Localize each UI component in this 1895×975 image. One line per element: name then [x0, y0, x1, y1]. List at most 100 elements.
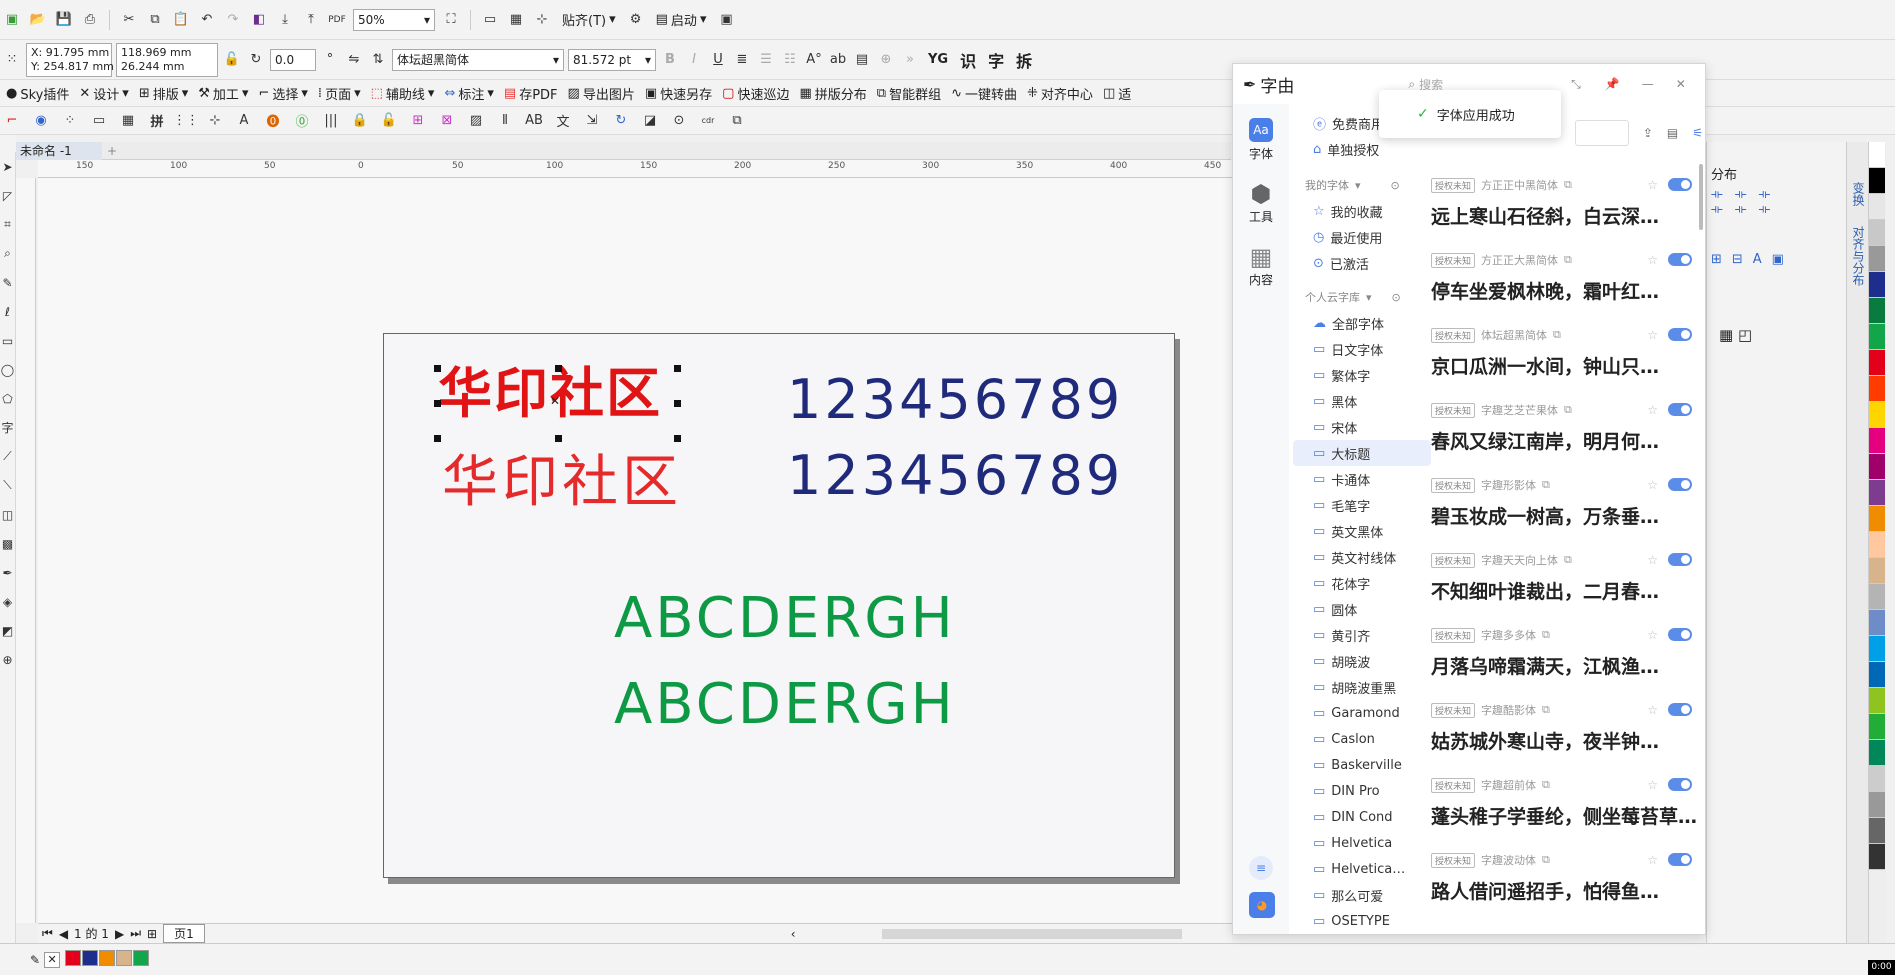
grid-dots-icon[interactable]: ⁘	[60, 111, 80, 131]
color-swatch[interactable]	[116, 950, 133, 966]
cloud-category-item[interactable]: ▭ 繁体字	[1293, 362, 1431, 388]
cut-icon[interactable]: ✂	[119, 10, 139, 30]
plugin-imposition[interactable]: ▦ 拼版分布	[795, 84, 870, 103]
scroll-left-icon[interactable]: ‹	[791, 927, 796, 941]
barcode-icon[interactable]: ⋮⋮	[173, 111, 199, 131]
cloud-category-item[interactable]: ▭ Baskerville	[1293, 752, 1431, 778]
copy-icon[interactable]: ⧉	[1553, 328, 1561, 342]
plugin-guides[interactable]: ⬚ 辅助线 ▾	[367, 84, 439, 103]
palette-swatch[interactable]	[1869, 246, 1885, 272]
font-size-select[interactable]: 81.572 pt ▾	[568, 48, 656, 71]
add-tool-icon[interactable]: ⊕	[0, 645, 15, 674]
document-tab[interactable]: 未命名 -1	[16, 142, 102, 160]
underline-button[interactable]: U	[708, 50, 728, 70]
cloud-category-item[interactable]: ▭ 大标题	[1293, 440, 1431, 466]
my-fonts-header[interactable]: 我的字体 ▾ ⊙	[1293, 172, 1431, 198]
palette-swatch[interactable]	[1869, 662, 1885, 688]
cross-frame-icon[interactable]: ⊠	[437, 111, 457, 131]
position-fields[interactable]: X: 91.795 mm Y: 254.817 mm	[26, 42, 114, 77]
font-row[interactable]: 授权未知 字趣天天向上体 ⧉ ☆ 不知细叶谁裁出，二月春…	[1431, 549, 1696, 624]
paste-icon[interactable]: 📋	[171, 10, 191, 30]
color-swatch[interactable]	[65, 950, 82, 966]
artistic-media-icon[interactable]: ℓ	[0, 297, 15, 326]
settings-icon[interactable]: ⊙	[1391, 179, 1400, 192]
cloud-category-item[interactable]: ▭ Caslon	[1293, 726, 1431, 752]
cloud-category-item[interactable]: ▭ 黄引齐	[1293, 622, 1431, 648]
star-icon[interactable]: ☆	[1647, 778, 1658, 792]
selection-handle[interactable]	[434, 400, 441, 407]
palette-swatch[interactable]	[1869, 428, 1885, 454]
palette-swatch[interactable]	[1869, 818, 1885, 844]
star-icon[interactable]: ☆	[1647, 853, 1658, 867]
palette-swatch[interactable]	[1869, 272, 1885, 298]
palette-swatch[interactable]	[1869, 220, 1885, 246]
add-icon[interactable]: ⊕	[876, 50, 896, 70]
prev-page-icon[interactable]: ◀	[59, 927, 68, 941]
palette-swatch[interactable]	[1869, 532, 1885, 558]
palette-swatch[interactable]	[1869, 792, 1885, 818]
plugin-select[interactable]: ⌐ 选择 ▾	[254, 84, 311, 103]
cloud-category-item[interactable]: ▭ DIN Cond	[1293, 804, 1431, 830]
plugin-fit[interactable]: ◫ 适	[1099, 84, 1135, 103]
copy-icon[interactable]: ⧉	[1542, 628, 1550, 642]
plugin-export-image[interactable]: ▨ 导出图片	[564, 84, 639, 103]
selection-handle[interactable]	[555, 365, 562, 372]
selection-handle[interactable]	[674, 400, 681, 407]
plugin-process[interactable]: ⚒ 加工 ▾	[194, 84, 252, 103]
more-icon[interactable]: »	[900, 50, 920, 70]
add-tab-button[interactable]: +	[104, 142, 120, 160]
frame-icon[interactable]: ▣	[716, 10, 736, 30]
parallel-dimension-icon[interactable]: ⟋	[0, 442, 15, 471]
new-document-icon[interactable]: ▣	[2, 10, 22, 30]
cloud-category-item[interactable]: ▭ OSETYPE	[1293, 908, 1431, 934]
cloud-category-item[interactable]: ▭ 花体字	[1293, 570, 1431, 596]
my-fonts-item[interactable]: ◷ 最近使用	[1293, 224, 1431, 250]
selection-handle[interactable]	[555, 435, 562, 442]
star-icon[interactable]: ☆	[1647, 478, 1658, 492]
split-button[interactable]: 拆	[1012, 48, 1036, 72]
target-icon[interactable]: ⊙	[669, 111, 689, 131]
palette-swatch[interactable]	[1869, 480, 1885, 506]
palette-swatch[interactable]	[1869, 142, 1885, 168]
bold-button[interactable]: B	[660, 50, 680, 70]
palette-swatch[interactable]	[1869, 714, 1885, 740]
palette-swatch[interactable]	[1869, 558, 1885, 584]
frame-icon[interactable]: ⊞	[408, 111, 428, 131]
activate-toggle[interactable]	[1668, 253, 1692, 266]
palette-swatch[interactable]	[1869, 844, 1885, 870]
copy-icon[interactable]: ⧉	[1564, 403, 1572, 417]
open-folder-icon[interactable]: 📂	[28, 10, 48, 30]
cloud-category-item[interactable]: ▭ 毛笔字	[1293, 492, 1431, 518]
edit-text-icon[interactable]: ab	[828, 50, 848, 70]
qrcode-icon[interactable]: ▦	[118, 111, 138, 131]
menu-icon[interactable]: ≡	[1249, 856, 1273, 880]
transform-tab[interactable]: 变换	[1850, 182, 1867, 206]
import-icon[interactable]: ⤓	[275, 10, 295, 30]
zoom-tool-icon[interactable]: ⌕	[0, 239, 15, 268]
cloud-category-item[interactable]: ▭ 英文黑体	[1293, 518, 1431, 544]
save-icon[interactable]: 💾	[54, 10, 74, 30]
align-icons[interactable]: ⊞⊟A▣	[1711, 252, 1794, 267]
star-icon[interactable]: ☆	[1647, 253, 1658, 267]
rectangle-tool-icon[interactable]: ▭	[0, 326, 15, 355]
ellipse-tool-icon[interactable]: ◯	[0, 355, 15, 384]
guides-icon[interactable]: ⊹	[532, 10, 552, 30]
plugin-align-center[interactable]: ⁜ 对齐中心	[1023, 84, 1097, 103]
selection-handle[interactable]	[434, 365, 441, 372]
text-icon[interactable]: A	[234, 111, 254, 131]
table-icon[interactable]: ▦ ◰	[1719, 326, 1752, 344]
close-icon[interactable]: ✕	[1676, 77, 1686, 91]
shape-tool-icon[interactable]: ◸	[0, 181, 15, 210]
recognize-button[interactable]: 识	[956, 48, 980, 72]
zoom-select[interactable]: 50% ▾	[353, 8, 435, 31]
settings-sliders-icon[interactable]: ⚟	[1692, 126, 1703, 140]
palette-swatch[interactable]	[1869, 766, 1885, 792]
adjust-icon[interactable]: ⫴	[495, 111, 515, 131]
collapse-icon[interactable]: ⤡	[1571, 77, 1581, 92]
text-frame-icon[interactable]: ▤	[852, 50, 872, 70]
print-icon[interactable]: ⎙	[80, 10, 100, 30]
cloud-category-item[interactable]: ▭ Garamond	[1293, 700, 1431, 726]
launch-dropdown[interactable]: ▤ 启动 ▾	[652, 10, 711, 29]
font-row[interactable]: 授权未知 方正正中黑简体 ⧉ ☆ 远上寒山石径斜，白云深…	[1431, 174, 1696, 249]
resize-icon[interactable]: ⇲	[582, 111, 602, 131]
